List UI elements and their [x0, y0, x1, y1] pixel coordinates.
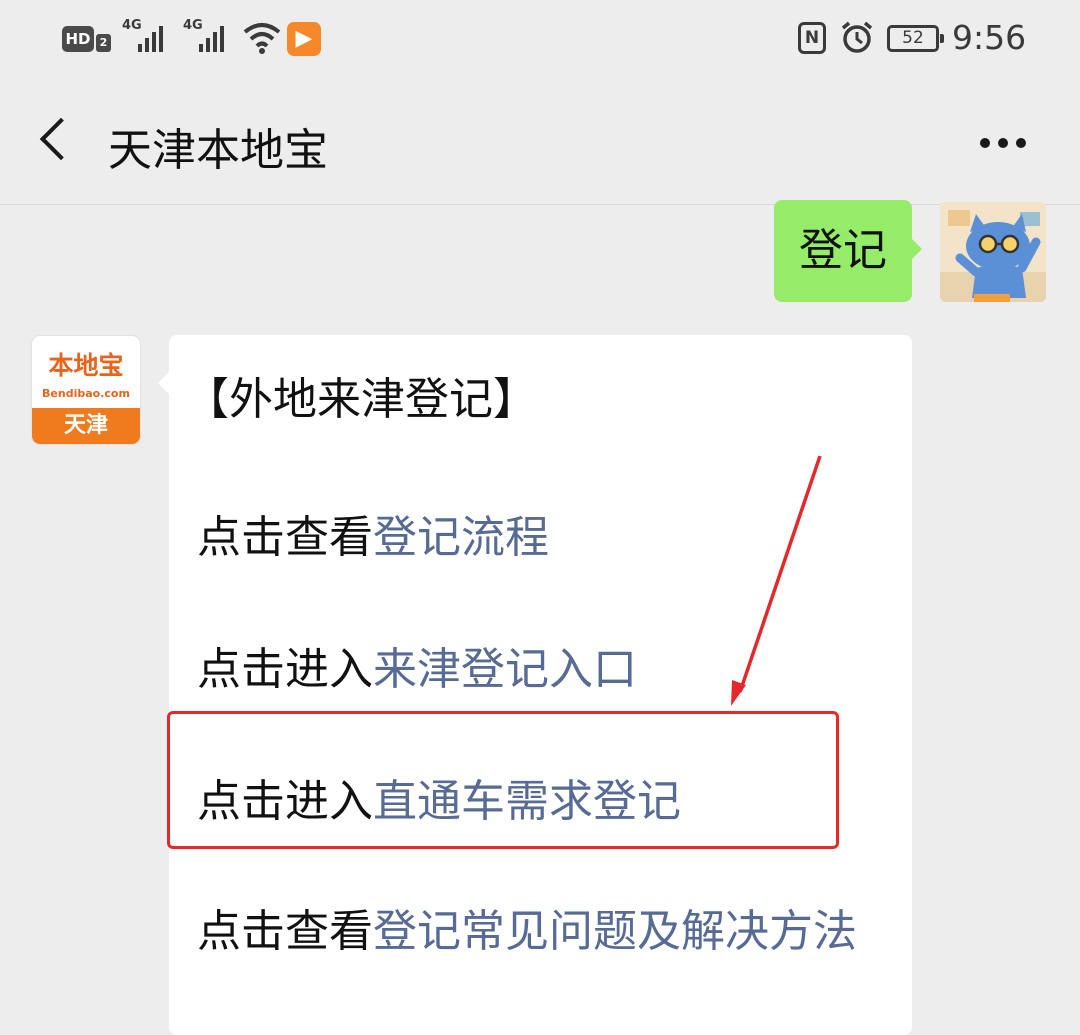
back-button[interactable] [30, 110, 80, 174]
outgoing-message-bubble[interactable]: 登记 [774, 200, 922, 302]
battery-icon: 52 [887, 25, 944, 52]
bot-avatar[interactable]: 本地宝 Bendibao.com 天津 [32, 336, 140, 444]
highlight-box [167, 711, 839, 849]
alarm-icon [841, 21, 873, 53]
link-registration-entry[interactable]: 来津登记入口 [373, 644, 637, 695]
outgoing-message-text: 登记 [799, 225, 887, 276]
avatar-logo-url: Bendibao.com [42, 387, 130, 400]
clock: 9:56 [952, 18, 1027, 57]
nfc-icon: N [798, 22, 826, 54]
signal-icon-2: 4G [183, 18, 233, 54]
hd-voice-icon: HD [62, 26, 94, 52]
incoming-message-bubble: 【外地来津登记】 点击查看登记流程 点击进入来津登记入口 点击进入直通车需求登记… [158, 335, 912, 1035]
message-heading: 【外地来津登记】 [185, 374, 537, 425]
message-line: 点击查看登记流程 [197, 501, 549, 565]
message-line: 点击进入来津登记入口 [197, 633, 637, 697]
more-dots-icon [980, 138, 990, 148]
line-prefix: 点击查看 [197, 512, 373, 563]
hd-sim-label: 2 [96, 34, 111, 52]
user-avatar[interactable] [940, 202, 1046, 302]
more-button[interactable] [968, 124, 1038, 164]
status-bar: HD 2 4G 4G ▶ N 52 9:56 [0, 0, 1080, 80]
link-registration-faq[interactable]: 登记常见问题及解决方法 [373, 906, 857, 957]
link-registration-process[interactable]: 登记流程 [373, 512, 549, 563]
line-prefix: 点击进入 [197, 644, 373, 695]
page-title: 天津本地宝 [108, 125, 328, 176]
signal-icon-1: 4G [122, 18, 172, 54]
video-app-icon: ▶ [287, 22, 321, 56]
message-line: 点击查看登记常见问题及解决方法 [197, 895, 857, 959]
wifi-icon [243, 23, 281, 54]
chat-header: 天津本地宝 [0, 80, 1080, 205]
cat-avatar-icon [940, 202, 1046, 302]
line-prefix: 点击查看 [197, 906, 373, 957]
avatar-city-label: 天津 [32, 408, 140, 444]
avatar-logo-text: 本地宝 [48, 351, 124, 380]
